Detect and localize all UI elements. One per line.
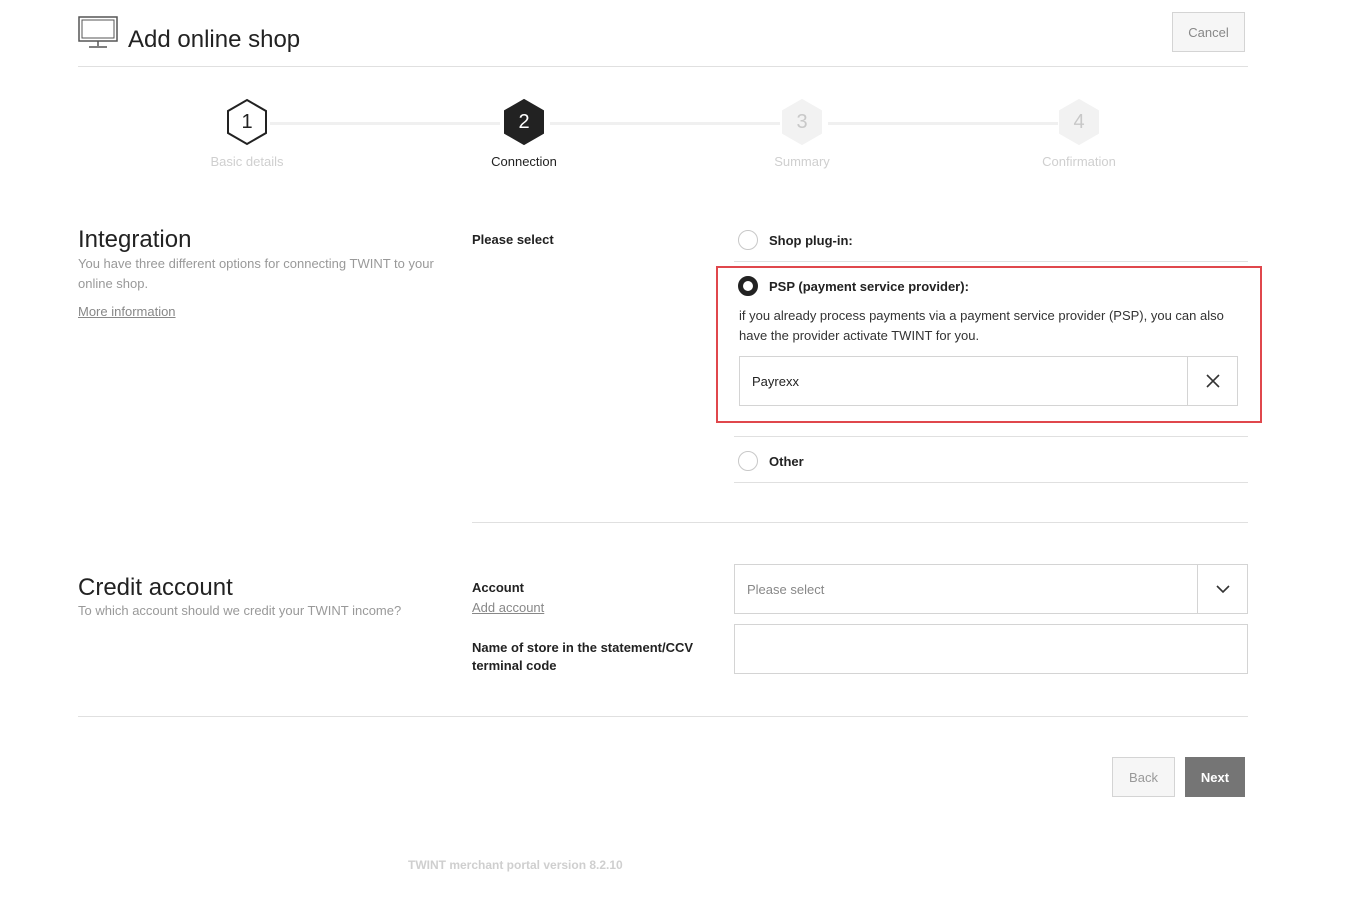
- header-divider: [78, 66, 1248, 67]
- clear-button[interactable]: [1187, 357, 1237, 405]
- shop-plugin-radio[interactable]: [738, 230, 758, 250]
- step-number: 1: [241, 110, 253, 133]
- step-connector: [550, 122, 780, 125]
- credit-account-title: Credit account: [78, 574, 233, 601]
- psp-provider-field[interactable]: Payrexx: [739, 356, 1238, 406]
- please-select-label: Please select: [472, 232, 554, 247]
- step-1: 1: [223, 98, 271, 146]
- close-icon[interactable]: [1205, 374, 1220, 388]
- option-divider: [734, 436, 1248, 437]
- step-label: Summary: [774, 154, 830, 169]
- step-label: Connection: [491, 154, 557, 169]
- store-name-input[interactable]: [734, 624, 1248, 674]
- add-account-link[interactable]: Add account: [472, 600, 544, 615]
- more-information-link[interactable]: More information: [78, 304, 176, 319]
- step-number: 3: [796, 110, 808, 133]
- footer-divider: [78, 716, 1248, 717]
- credit-account-description: To which account should we credit your T…: [78, 603, 402, 618]
- step-connector: [828, 122, 1058, 125]
- step-number: 2: [518, 110, 530, 133]
- step-label: Basic details: [210, 154, 284, 169]
- step-connector: [270, 122, 500, 125]
- section-divider: [472, 522, 1248, 523]
- chevron-down-icon[interactable]: [1215, 584, 1231, 594]
- back-button[interactable]: Back: [1112, 757, 1175, 797]
- account-select-toggle[interactable]: [1197, 565, 1247, 613]
- step-3: 3: [778, 98, 826, 146]
- cancel-button[interactable]: Cancel: [1172, 12, 1245, 52]
- shop-plugin-label[interactable]: Shop plug-in:: [769, 233, 853, 248]
- step-2: 2: [500, 98, 548, 146]
- account-select[interactable]: Please select: [734, 564, 1248, 614]
- step-number: 4: [1073, 110, 1085, 133]
- page-title: Add online shop: [128, 26, 301, 53]
- psp-radio[interactable]: [738, 276, 758, 296]
- option-divider: [734, 261, 1248, 262]
- step-label: Confirmation: [1042, 154, 1116, 169]
- psp-provider-value[interactable]: Payrexx: [752, 357, 799, 405]
- option-divider: [734, 482, 1248, 483]
- step-4: 4: [1055, 98, 1103, 146]
- psp-description: if you already process payments via a pa…: [739, 308, 1224, 343]
- integration-title: Integration: [78, 226, 192, 253]
- integration-description: You have three different options for con…: [78, 256, 434, 291]
- psp-label[interactable]: PSP (payment service provider):: [769, 279, 969, 294]
- next-button[interactable]: Next: [1185, 757, 1245, 797]
- store-name-label: Name of store in the statement/CCV termi…: [472, 640, 694, 673]
- monitor-icon: [78, 16, 118, 50]
- version-text: TWINT merchant portal version 8.2.10: [408, 858, 623, 872]
- other-label[interactable]: Other: [769, 454, 804, 469]
- account-select-placeholder[interactable]: Please select: [747, 565, 824, 613]
- account-label: Account: [472, 580, 524, 595]
- other-radio[interactable]: [738, 451, 758, 471]
